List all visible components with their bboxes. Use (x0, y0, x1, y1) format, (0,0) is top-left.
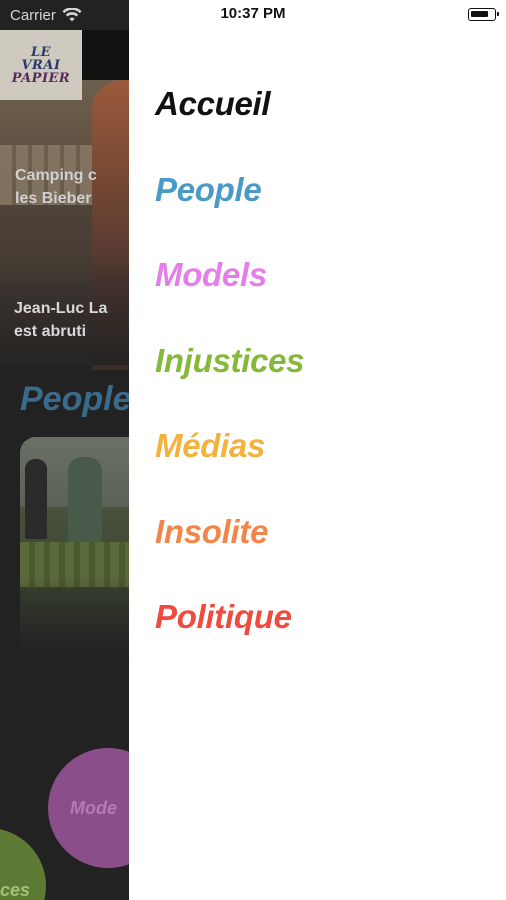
section-title-people: People (20, 380, 132, 418)
category-menu: Accueil People Models Injustices Médias … (155, 82, 305, 681)
menu-item-politique[interactable]: Politique (155, 595, 304, 681)
menu-item-insolite[interactable]: Insolite (155, 510, 304, 596)
card-fade (20, 575, 145, 665)
category-bubble-label: ces (0, 880, 31, 900)
site-logo[interactable]: LE VRAI PAPIER (0, 30, 82, 100)
menu-item-injustices[interactable]: Injustices (155, 339, 305, 425)
logo-line-1: LE (30, 44, 52, 60)
status-time: 10:37 PM (220, 5, 286, 22)
category-bubble-label: Mode (70, 797, 117, 818)
carrier-label: Carrier (10, 6, 56, 24)
side-menu-drawer: 10:37 PM Accueil People Models Injustice… (129, 0, 506, 900)
menu-item-accueil[interactable]: Accueil (155, 82, 304, 168)
menu-item-models[interactable]: Models (155, 253, 304, 339)
status-bar-left: Carrier (10, 5, 82, 25)
battery-icon (468, 8, 499, 21)
card-person-decoration (25, 459, 47, 539)
logo-line-2: VRAI (21, 57, 61, 73)
article-card-title[interactable]: Camping c les Bieber (15, 164, 145, 210)
menu-item-people[interactable]: People (155, 168, 304, 254)
wifi-icon (62, 8, 82, 22)
logo-line-3: PAPIER (11, 70, 71, 86)
article-card[interactable] (20, 437, 145, 665)
category-bubble-injustices[interactable]: ces (0, 828, 46, 900)
menu-item-medias[interactable]: Médias (155, 424, 304, 510)
